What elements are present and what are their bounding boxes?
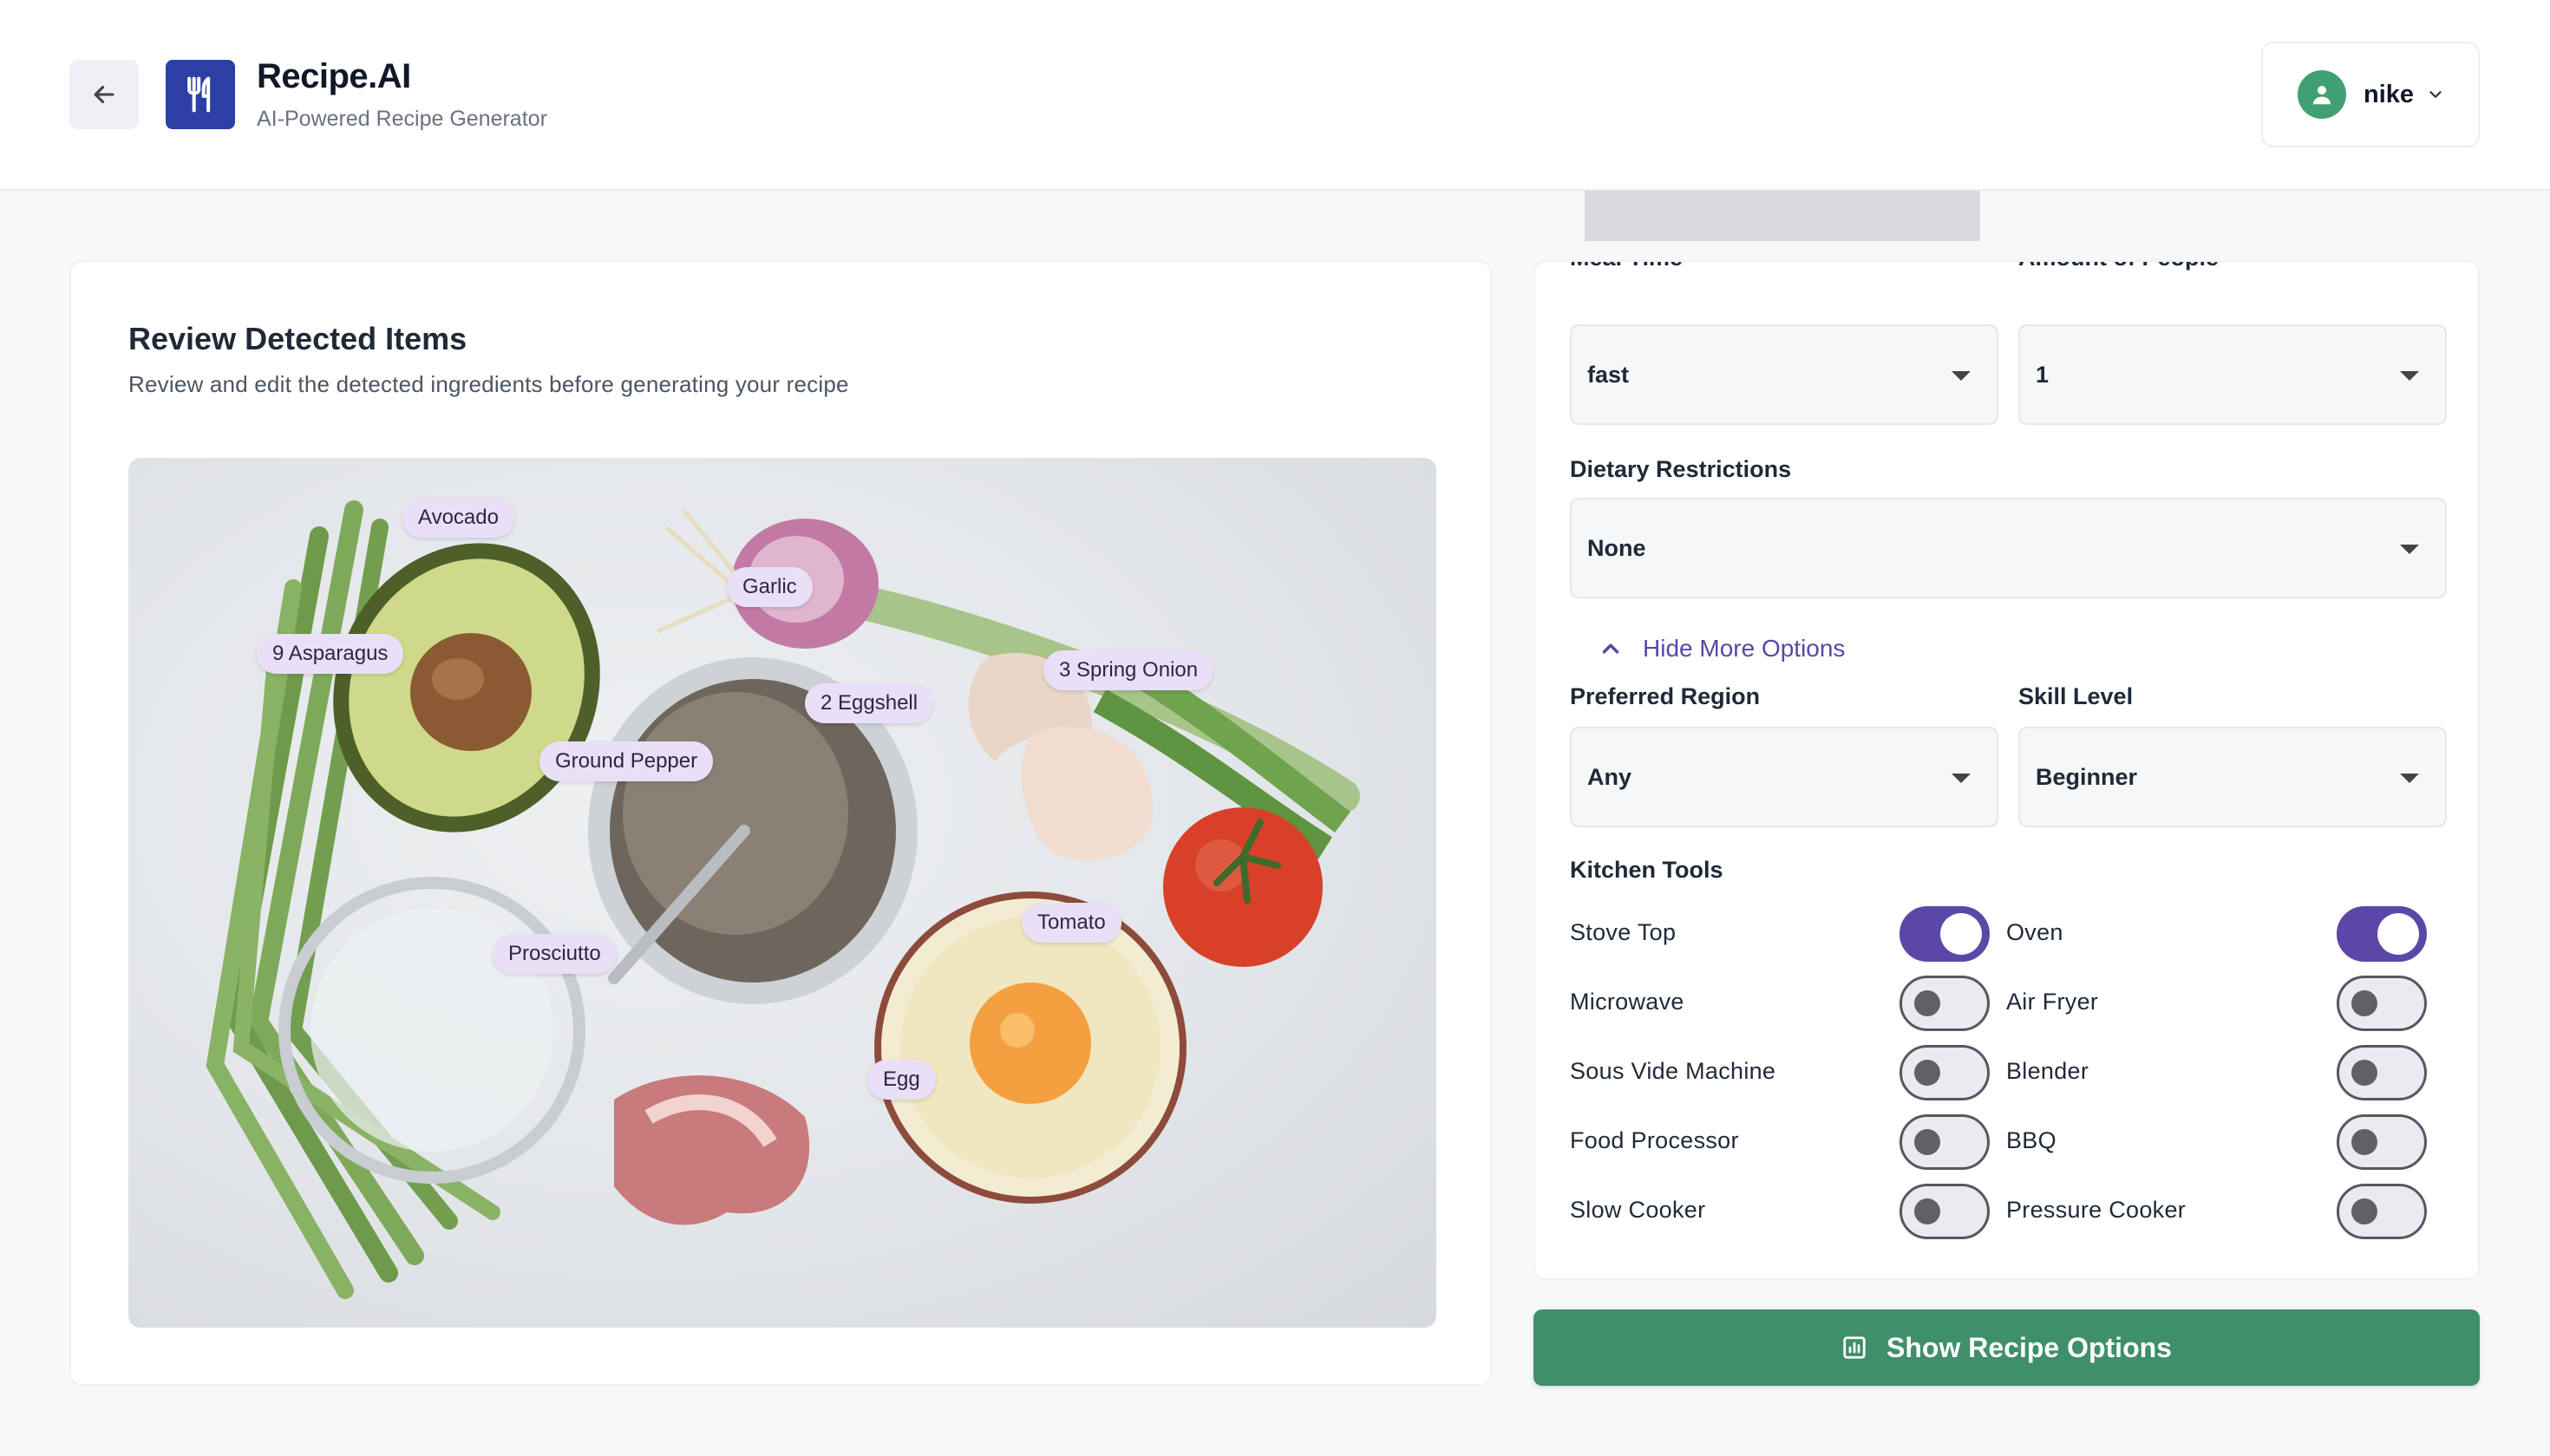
review-description: Review and edit the detected ingredients… (128, 371, 849, 397)
app-subtitle: AI-Powered Recipe Generator (257, 107, 547, 131)
show-recipe-options-label: Show Recipe Options (1886, 1331, 2172, 1363)
show-recipe-options-button[interactable]: Show Recipe Options (1533, 1309, 2480, 1386)
user-icon (2313, 86, 2331, 105)
tool-toggle-air-fryer[interactable] (2337, 976, 2427, 1031)
tool-toggle-sous-vide[interactable] (1899, 1045, 1990, 1100)
people-value: 1 (2036, 361, 2050, 388)
recipe-options-card: Meal Time Amount of People fast 1 Dietar… (1533, 260, 2480, 1280)
ingredient-tag[interactable]: Prosciutto (493, 934, 617, 974)
chevron-up-icon (1602, 643, 1619, 654)
ingredient-tag[interactable]: Avocado (402, 498, 514, 538)
hide-more-options-button[interactable]: Hide More Options (1598, 635, 1845, 663)
review-card: Review Detected Items Review and edit th… (69, 260, 1492, 1386)
tool-label: Stove Top (1570, 919, 1677, 945)
tool-label: BBQ (2006, 1127, 2056, 1153)
region-select[interactable]: Any (1570, 727, 1998, 827)
tool-label: Pressure Cooker (2006, 1197, 2187, 1223)
tool-label: Blender (2006, 1058, 2089, 1084)
dietary-value: None (1587, 534, 1646, 561)
tool-toggle-bbq[interactable] (2337, 1114, 2427, 1170)
avatar (2298, 70, 2346, 119)
region-value: Any (1587, 763, 1632, 790)
tool-toggle-stove-top[interactable] (1899, 906, 1990, 962)
tool-label: Sous Vide Machine (1570, 1058, 1776, 1084)
user-name: nike (2364, 80, 2415, 108)
tool-toggle-microwave[interactable] (1899, 976, 1990, 1031)
caret-down-icon (2400, 545, 2419, 554)
ingredient-tag[interactable]: 2 Eggshell (805, 683, 934, 723)
scroll-overlay (1585, 191, 1980, 241)
region-label: Preferred Region (1570, 683, 1761, 709)
caret-down-icon (1952, 371, 1971, 381)
tool-toggle-slow-cooker[interactable] (1899, 1184, 1990, 1239)
utensils-icon (187, 76, 211, 113)
meal-time-label: Meal Time (1570, 262, 1683, 271)
caret-down-icon (2400, 371, 2419, 381)
tool-toggle-food-processor[interactable] (1899, 1114, 1990, 1170)
tool-toggle-oven[interactable] (2337, 906, 2427, 962)
tool-toggle-blender[interactable] (2337, 1045, 2427, 1100)
arrow-left-icon (94, 85, 114, 104)
tool-label: Air Fryer (2006, 989, 2099, 1015)
ingredient-tag[interactable]: 3 Spring Onion (1043, 650, 1214, 690)
chevron-down-icon (2429, 91, 2442, 98)
user-menu[interactable]: nike (2261, 42, 2480, 147)
chart-icon (1841, 1335, 1867, 1361)
tool-label: Slow Cooker (1570, 1197, 1706, 1223)
people-select[interactable]: 1 (2018, 324, 2447, 425)
skill-value: Beginner (2036, 763, 2138, 790)
skill-select[interactable]: Beginner (2018, 727, 2447, 827)
ingredient-tag[interactable]: Egg (867, 1060, 936, 1100)
caret-down-icon (2400, 774, 2419, 783)
review-title: Review Detected Items (128, 321, 468, 356)
ingredient-tag[interactable]: 9 Asparagus (257, 634, 404, 674)
tool-label: Microwave (1570, 989, 1684, 1015)
dietary-select[interactable]: None (1570, 498, 2447, 598)
caret-down-icon (1952, 774, 1971, 783)
tool-toggle-pressure-cooker[interactable] (2337, 1184, 2427, 1239)
ingredient-tag[interactable]: Ground Pepper (539, 741, 714, 781)
ingredients-photo: Avocado Garlic 9 Asparagus 3 Spring Onio… (128, 458, 1436, 1328)
tool-label: Oven (2006, 919, 2063, 945)
people-label: Amount of People (2018, 262, 2219, 271)
meal-time-select[interactable]: fast (1570, 324, 1998, 425)
kitchen-tools-label: Kitchen Tools (1570, 857, 1723, 883)
ingredient-tag[interactable]: Tomato (1022, 903, 1121, 943)
dietary-label: Dietary Restrictions (1570, 456, 1792, 482)
app-header: Recipe.AI AI-Powered Recipe Generator ni… (0, 0, 2550, 191)
skill-label: Skill Level (2018, 683, 2134, 709)
hide-more-options-label: Hide More Options (1643, 635, 1846, 662)
ingredient-tag[interactable]: Garlic (727, 567, 813, 607)
tool-label: Food Processor (1570, 1127, 1739, 1153)
app-logo (166, 60, 235, 129)
back-button[interactable] (69, 60, 139, 129)
meal-time-value: fast (1587, 361, 1630, 388)
app-title: Recipe.AI (257, 57, 411, 95)
